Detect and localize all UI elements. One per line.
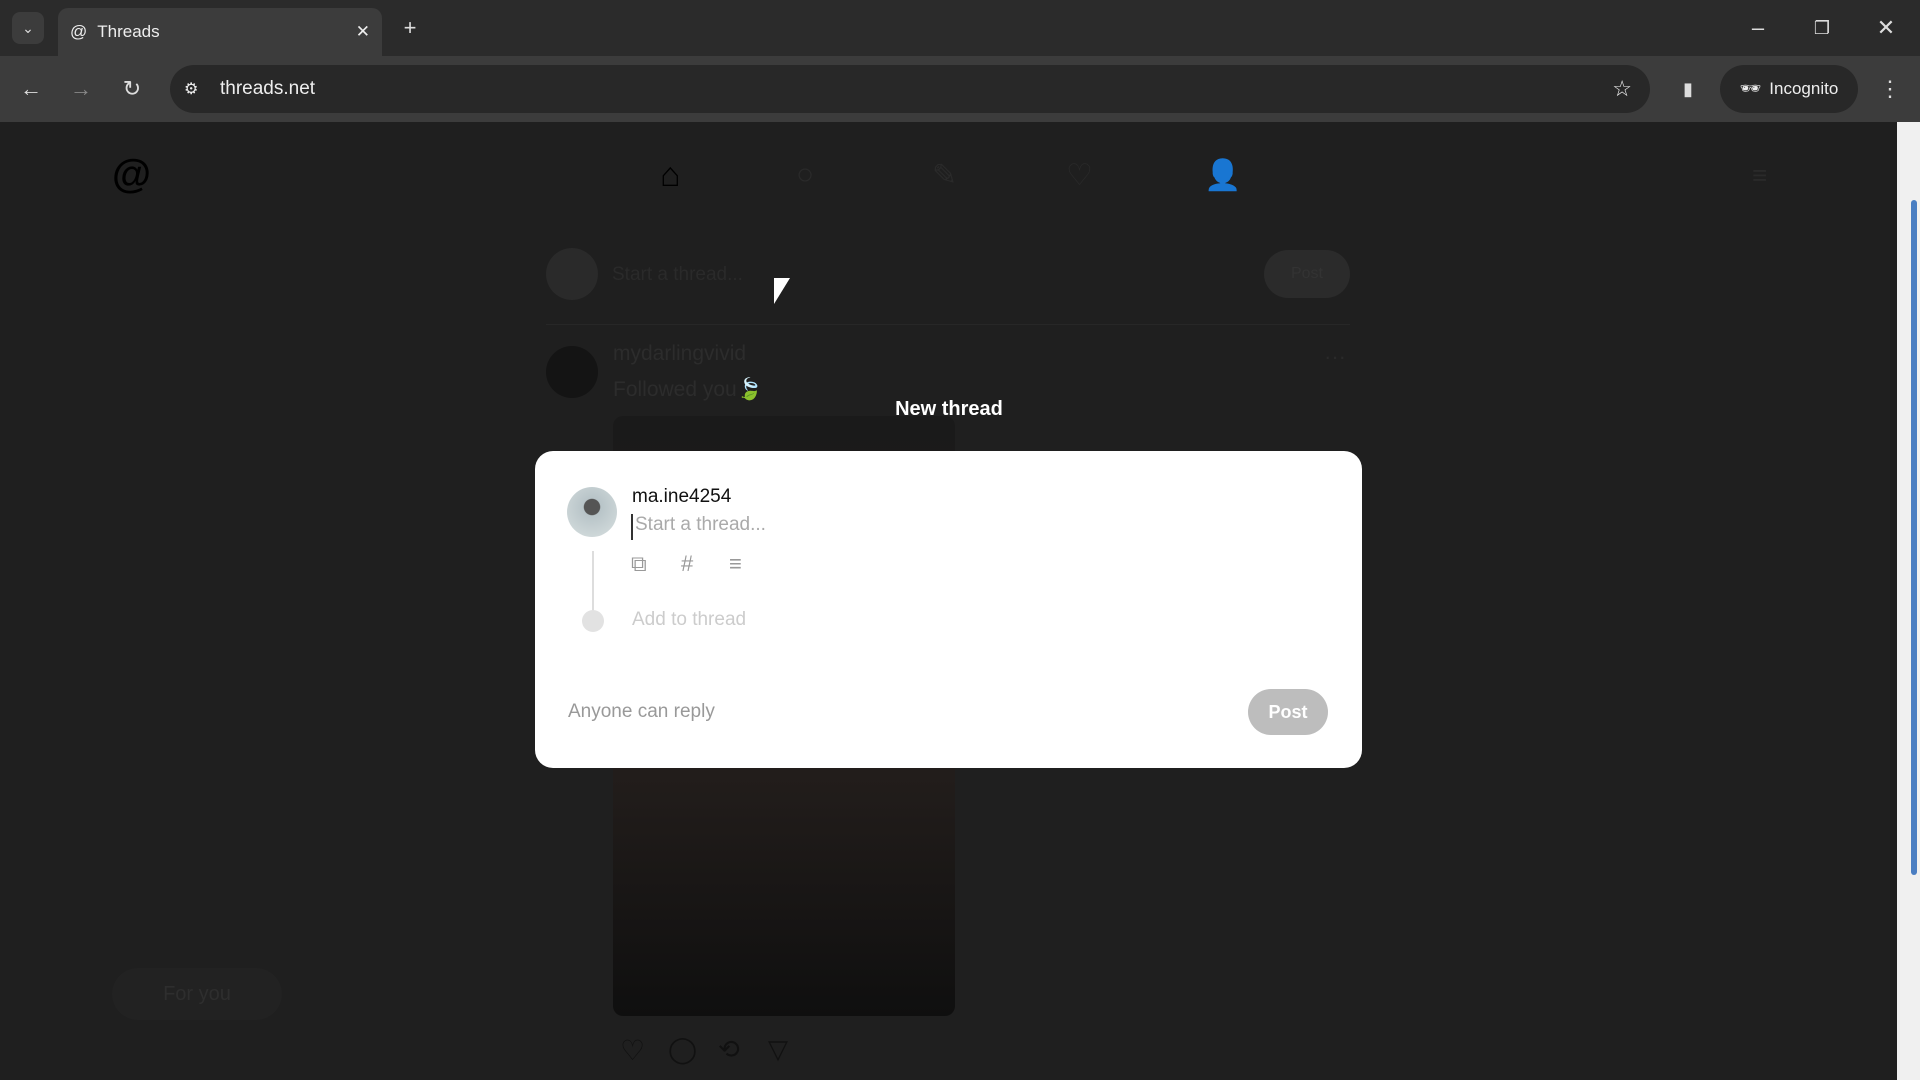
close-window-button[interactable]: ✕ <box>1870 12 1902 44</box>
browser-menu-icon[interactable]: ⋮ <box>1874 73 1906 105</box>
thread-text-input[interactable]: Start a thread... <box>631 514 1231 540</box>
like-icon[interactable]: ♡ <box>620 1034 645 1067</box>
modal-username: ma.ine4254 <box>632 486 732 507</box>
new-thread-icon[interactable]: ✎ <box>932 158 957 193</box>
post-button[interactable]: Post <box>1248 689 1328 735</box>
tab-title: Threads <box>97 22 160 41</box>
feed-switch-button[interactable]: For you <box>112 968 282 1020</box>
composer-post-button[interactable]: Post <box>1264 250 1350 298</box>
small-avatar <box>582 610 604 632</box>
side-panel-icon[interactable]: ▮ <box>1672 73 1704 105</box>
address-bar[interactable]: ⚙ threads.net ☆ <box>170 65 1650 113</box>
user-avatar <box>567 487 617 537</box>
new-thread-modal: ma.ine4254 Start a thread... ⧉ # ≡ Add t… <box>535 451 1362 768</box>
thread-line <box>592 551 594 611</box>
forward-button[interactable]: → <box>65 73 97 105</box>
post-avatar[interactable] <box>546 346 598 398</box>
modal-title: New thread <box>895 398 1003 420</box>
scrollbar-thumb[interactable] <box>1911 200 1917 875</box>
reload-button[interactable]: ↻ <box>116 73 148 105</box>
reply-setting[interactable]: Anyone can reply <box>568 701 715 723</box>
bookmark-star-icon[interactable]: ☆ <box>1612 76 1632 102</box>
divider <box>546 324 1350 325</box>
url-text: threads.net <box>220 78 316 99</box>
post-text: Followed you🍃 <box>613 378 763 401</box>
restore-button[interactable]: ❐ <box>1806 12 1838 44</box>
activity-heart-icon[interactable]: ♡ <box>1066 158 1093 193</box>
incognito-badge[interactable]: 🕶 Incognito <box>1720 65 1858 113</box>
add-to-thread[interactable]: Add to thread <box>632 609 746 631</box>
threads-favicon: @ <box>70 22 88 41</box>
hashtag-icon[interactable]: # <box>681 551 693 577</box>
reply-icon[interactable]: ◯ <box>668 1034 697 1065</box>
attach-media-icon[interactable]: ⧉ <box>631 551 647 577</box>
mouse-cursor <box>774 278 790 304</box>
minimize-button[interactable]: – <box>1742 12 1774 44</box>
tab-threads[interactable]: @ Threads ✕ <box>58 8 382 56</box>
incognito-icon: 🕶 <box>1739 79 1762 98</box>
tab-search-button[interactable]: ⌄ <box>12 12 44 44</box>
profile-icon[interactable]: 👤 <box>1204 158 1241 193</box>
share-icon[interactable]: ▽ <box>768 1034 788 1065</box>
search-icon[interactable]: ○ <box>796 158 814 192</box>
site-info-icon[interactable]: ⚙ <box>184 79 198 99</box>
more-options-icon[interactable]: ··· <box>1324 344 1346 370</box>
poll-icon[interactable]: ≡ <box>729 551 742 577</box>
home-icon[interactable]: ⌂ <box>660 156 681 195</box>
post-username[interactable]: mydarlingvivid <box>613 342 746 366</box>
repost-icon[interactable]: ⟲ <box>718 1034 740 1065</box>
menu-icon[interactable]: ≡ <box>1752 160 1767 191</box>
composer-placeholder[interactable]: Start a thread... <box>612 264 743 286</box>
back-button[interactable]: ← <box>15 73 47 105</box>
threads-logo[interactable]: @ <box>112 152 151 197</box>
close-tab-icon[interactable]: ✕ <box>356 22 370 42</box>
new-tab-button[interactable]: + <box>394 12 426 44</box>
composer-avatar <box>546 248 598 300</box>
